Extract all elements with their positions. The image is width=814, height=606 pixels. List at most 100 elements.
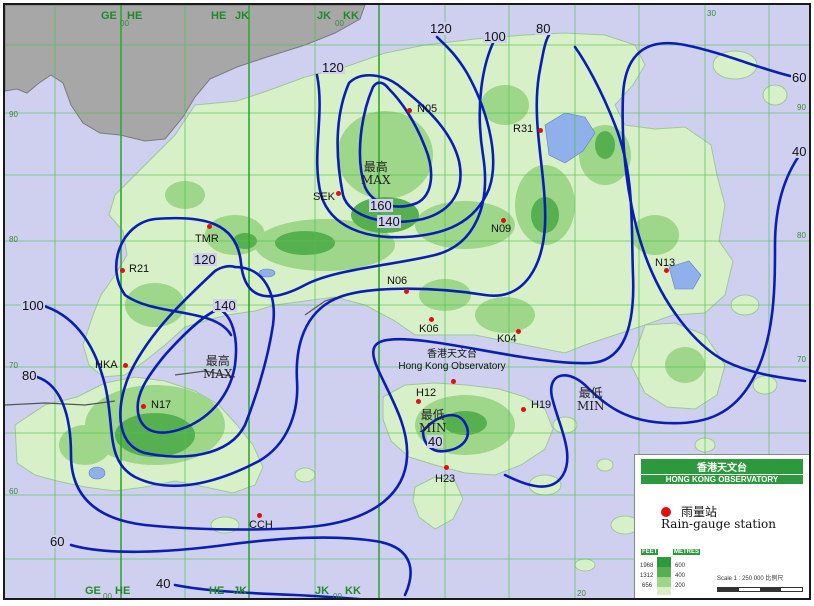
grid-letter-bottom-kk: KK	[345, 585, 361, 597]
station-dot-k04[interactable]	[516, 329, 521, 334]
legend-scale-bar	[717, 587, 803, 592]
station-label-r31: R31	[513, 123, 534, 135]
legend-feet-head: FEET	[641, 549, 659, 555]
isohyet-label-120-top: 120	[429, 21, 453, 36]
station-dot-cch[interactable]	[257, 513, 262, 518]
grid-letter-bottom-jk1: JK	[233, 585, 248, 597]
station-dot-r31[interactable]	[538, 128, 543, 133]
station-dot-h19[interactable]	[521, 407, 526, 412]
grid-letter-bottom-he2: HE	[209, 585, 225, 597]
legend-feet-656: 656	[642, 583, 653, 589]
isohyet-label-80-west: 80	[21, 368, 38, 383]
max-label-north: 最高 MAX	[361, 161, 391, 187]
station-label-n17: N17	[151, 399, 172, 411]
station-label-k04: K04	[497, 333, 517, 345]
legend-elev-swatch-high	[657, 557, 671, 567]
station-label-h12: H12	[416, 387, 437, 399]
station-dot-hka[interactable]	[123, 363, 128, 368]
legend-metres-200: 200	[675, 583, 686, 589]
station-label-r21: R21	[129, 263, 150, 275]
hko-label: 香港天文台 Hong Kong Observatory	[387, 349, 517, 373]
grid-number-right-90: 90	[797, 103, 806, 112]
isohyet-label-120-north: 120	[321, 60, 345, 75]
max-label-west-en: MAX	[203, 367, 233, 381]
grid-number-bottom-20: 20	[577, 589, 586, 598]
isohyet-label-120-west: 120	[193, 252, 217, 267]
isohyet-label-60-south: 60	[49, 534, 66, 549]
station-dot-h23[interactable]	[444, 465, 449, 470]
grid-letter-top-kk: KK	[343, 10, 359, 22]
station-dot-tmr[interactable]	[207, 224, 212, 229]
grid-letter-top-he1: HE	[127, 10, 143, 22]
legend-scale-text: Scale 1 : 250 000 比例尺	[717, 576, 784, 582]
isohyet-label-40-east: 40	[791, 144, 808, 159]
min-label-east-en: MIN	[577, 399, 605, 413]
station-label-tmr: TMR	[195, 233, 219, 245]
station-dot-k06[interactable]	[429, 317, 434, 322]
station-dot-n05[interactable]	[407, 108, 412, 113]
legend-station-icon	[661, 507, 671, 517]
station-label-n05: N05	[417, 103, 438, 115]
legend-elev-swatch-mid	[657, 577, 671, 587]
legend-box: 香港天文台 HONG KONG OBSERVATORY 雨量站 Rain-gau…	[634, 454, 809, 598]
isohyet-label-40-south: 40	[155, 576, 172, 591]
station-label-h19: H19	[531, 399, 552, 411]
grid-number-left-80: 80	[9, 235, 18, 244]
hko-label-zh: 香港天文台	[427, 349, 477, 360]
min-label-island-en: MIN	[419, 421, 447, 435]
isohyet-label-60-east: 60	[791, 70, 808, 85]
grid-letter-top-he2: HE	[211, 10, 227, 22]
min-label-island: 最低 MIN	[419, 409, 447, 435]
grid-number-left-90: 90	[9, 110, 18, 119]
grid-number-right-70: 70	[797, 355, 806, 364]
station-dot-n06[interactable]	[404, 289, 409, 294]
legend-feet-1312: 1312	[640, 573, 654, 579]
grid-letter-bottom-he1: HE	[115, 585, 131, 597]
grid-number-top-30: 30	[707, 9, 716, 18]
legend-org-zh: 香港天文台	[641, 459, 803, 474]
station-label-n06: N06	[387, 275, 408, 287]
legend-title: 香港天文台 HONG KONG OBSERVATORY	[635, 459, 809, 484]
station-dot-n17[interactable]	[141, 404, 146, 409]
station-dot-sek[interactable]	[336, 191, 341, 196]
isohyet-label-160: 160	[369, 198, 393, 213]
legend-metres-600: 600	[675, 563, 686, 569]
legend-elev-swatch-mid-high	[657, 567, 671, 577]
isohyet-label-100-top: 100	[483, 29, 507, 44]
station-dot-h12[interactable]	[416, 399, 421, 404]
isohyet-label-80-top: 80	[535, 21, 552, 36]
grid-letter-bottom-ge: GE	[85, 585, 101, 597]
grid-letter-top-ge: GE	[101, 10, 117, 22]
legend-metres-head: METRES	[673, 549, 701, 555]
station-label-cch: CCH	[249, 519, 273, 531]
legend-feet-1968: 1968	[640, 563, 654, 569]
station-label-h23: H23	[435, 473, 456, 485]
grid-subscript-top-1: 00	[120, 19, 129, 28]
station-label-k06: K06	[419, 323, 439, 335]
isohyet-label-140-north: 140	[377, 214, 401, 229]
station-label-n09: N09	[491, 223, 512, 235]
legend-elev-swatch-low	[657, 587, 671, 595]
grid-number-left-70: 70	[9, 361, 18, 370]
grid-letter-top-jk1: JK	[235, 10, 250, 22]
min-label-east: 最低 MIN	[577, 387, 605, 413]
station-label-sek: SEK	[313, 191, 336, 203]
grid-number-left-60: 60	[9, 487, 18, 496]
hko-label-en: Hong Kong Observatory	[398, 361, 506, 372]
grid-subscript-bottom-1: 00	[103, 592, 112, 600]
grid-number-right-80: 80	[797, 231, 806, 240]
grid-letter-bottom-jk2: JK	[315, 585, 330, 597]
grid-letter-top-jk2: JK	[317, 10, 332, 22]
max-label-west: 最高 MAX	[203, 355, 233, 381]
isohyet-label-40-island: 40	[427, 434, 444, 449]
legend-metres-400: 400	[675, 573, 686, 579]
rainfall-map: GE HE 00 HE JK JK 00 KK GE HE 00 HE JK J…	[3, 3, 811, 600]
max-label-north-en: MAX	[361, 173, 391, 187]
isohyet-label-100-west: 100	[21, 298, 45, 313]
station-dot-r21[interactable]	[120, 268, 125, 273]
hko-marker	[451, 379, 456, 384]
legend-station-en: Rain-gauge station	[661, 517, 776, 531]
station-label-n13: N13	[655, 257, 676, 269]
legend-org-en: HONG KONG OBSERVATORY	[641, 475, 803, 484]
station-label-hka: HKA	[95, 359, 118, 371]
